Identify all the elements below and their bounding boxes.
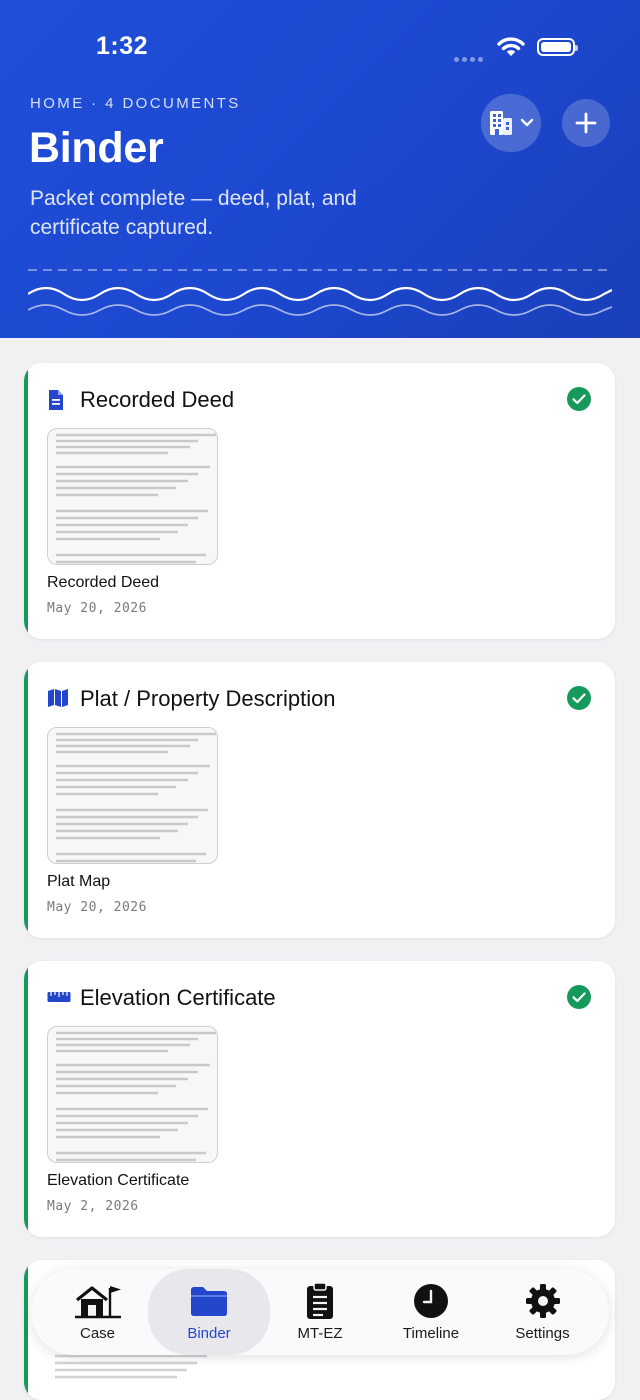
map-icon: [48, 689, 68, 707]
tab-case[interactable]: Case: [39, 1269, 156, 1355]
card-title: Recorded Deed: [80, 387, 235, 412]
document-thumbnail[interactable]: [47, 428, 218, 565]
tab-binder[interactable]: Binder: [148, 1269, 270, 1355]
tab-label: MT-EZ: [297, 1325, 343, 1342]
file-name: Plat Map: [47, 873, 111, 890]
card-title: Plat / Property Description: [80, 686, 336, 711]
tab-settings[interactable]: Settings: [486, 1269, 599, 1355]
tab-label: Case: [79, 1325, 116, 1342]
file-name: Elevation Certificate: [47, 1172, 190, 1189]
breadcrumb: HOME · 4 DOCUMENTS: [30, 95, 241, 112]
file-date: May 2, 2026: [47, 1199, 139, 1214]
status-time: 1:32: [96, 32, 149, 60]
chevron-down-icon: [520, 118, 534, 127]
document-card-recorded-deed[interactable]: Recorded Deed Recorded Deed May 20, 2026: [24, 363, 615, 639]
document-card-plat[interactable]: Plat / Property Description Plat Map May…: [24, 662, 615, 938]
complete-indicator-bar: [24, 363, 28, 639]
document-preview: [56, 1031, 216, 1162]
wifi-icon: [497, 37, 525, 56]
header-wave-decoration: [28, 269, 612, 316]
tab-label: Timeline: [402, 1325, 460, 1342]
clock-icon: [414, 1284, 448, 1318]
page-title: Binder: [29, 124, 164, 172]
ruler-icon: [47, 992, 71, 1002]
file-date: May 20, 2026: [47, 601, 147, 616]
house-icon: [74, 1286, 121, 1319]
cellular-signal-icon: [454, 49, 486, 67]
complete-indicator-bar: [24, 1260, 28, 1400]
document-thumbnail[interactable]: [47, 1026, 218, 1163]
document-preview: [56, 433, 216, 564]
tab-label: Settings: [515, 1325, 570, 1342]
tab-mt-ez[interactable]: MT-EZ: [262, 1269, 378, 1355]
add-document-button[interactable]: [562, 99, 610, 147]
gear-icon: [525, 1284, 560, 1318]
clipboard-icon: [307, 1282, 333, 1319]
complete-indicator-bar: [24, 662, 28, 938]
tab-timeline[interactable]: Timeline: [374, 1269, 488, 1355]
document-preview: [55, 1354, 207, 1379]
complete-indicator-bar: [24, 961, 28, 1237]
document-thumbnail[interactable]: [47, 727, 218, 864]
tab-label: Binder: [187, 1325, 231, 1342]
document-icon: [49, 390, 63, 410]
file-date: May 20, 2026: [47, 900, 147, 915]
file-name: Recorded Deed: [47, 574, 160, 591]
plus-icon: [575, 112, 597, 134]
document-card-elevation-certificate[interactable]: Elevation Certificate Elevation Certific…: [24, 961, 615, 1237]
property-switcher-button[interactable]: [481, 94, 541, 152]
checkmark-circle-icon: [567, 985, 591, 1009]
tab-bar: Case Binder MT-EZ Timeline Settings: [31, 1269, 609, 1355]
checkmark-circle-icon: [567, 387, 591, 411]
folder-icon: [191, 1287, 227, 1316]
document-preview: [56, 732, 216, 863]
page-subtitle: Packet complete — deed, plat, and certif…: [30, 187, 357, 239]
battery-icon: [537, 38, 578, 56]
checkmark-circle-icon: [567, 686, 591, 710]
card-title: Elevation Certificate: [80, 985, 276, 1010]
building-icon: [490, 111, 512, 135]
header: 1:32 HOME · 4 DOCUMENTS Binder Packet co…: [0, 0, 640, 338]
